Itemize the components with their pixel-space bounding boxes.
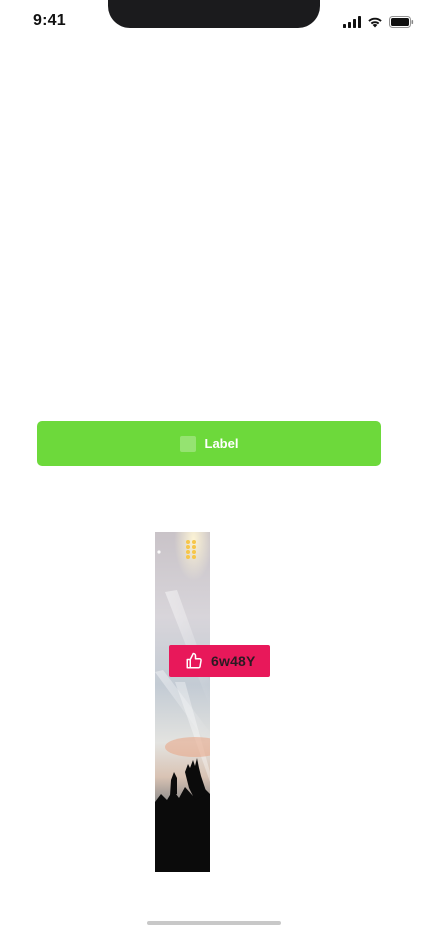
status-bar: 9:41 bbox=[0, 0, 428, 44]
wifi-icon bbox=[367, 16, 383, 28]
battery-icon bbox=[389, 16, 414, 28]
placeholder-square-icon bbox=[179, 435, 196, 452]
status-time: 9:41 bbox=[33, 12, 66, 29]
cellular-signal-icon bbox=[343, 16, 361, 28]
button-label: Label bbox=[204, 436, 239, 451]
like-code: 6w48Y bbox=[211, 653, 256, 669]
home-indicator[interactable] bbox=[147, 921, 281, 925]
device-notch bbox=[108, 0, 320, 28]
concert-crowd-image bbox=[155, 532, 210, 872]
thumbs-up-icon bbox=[185, 652, 203, 670]
like-badge[interactable]: 6w48Y bbox=[169, 645, 270, 677]
status-icons bbox=[343, 15, 414, 29]
primary-button[interactable]: Label bbox=[37, 421, 381, 466]
